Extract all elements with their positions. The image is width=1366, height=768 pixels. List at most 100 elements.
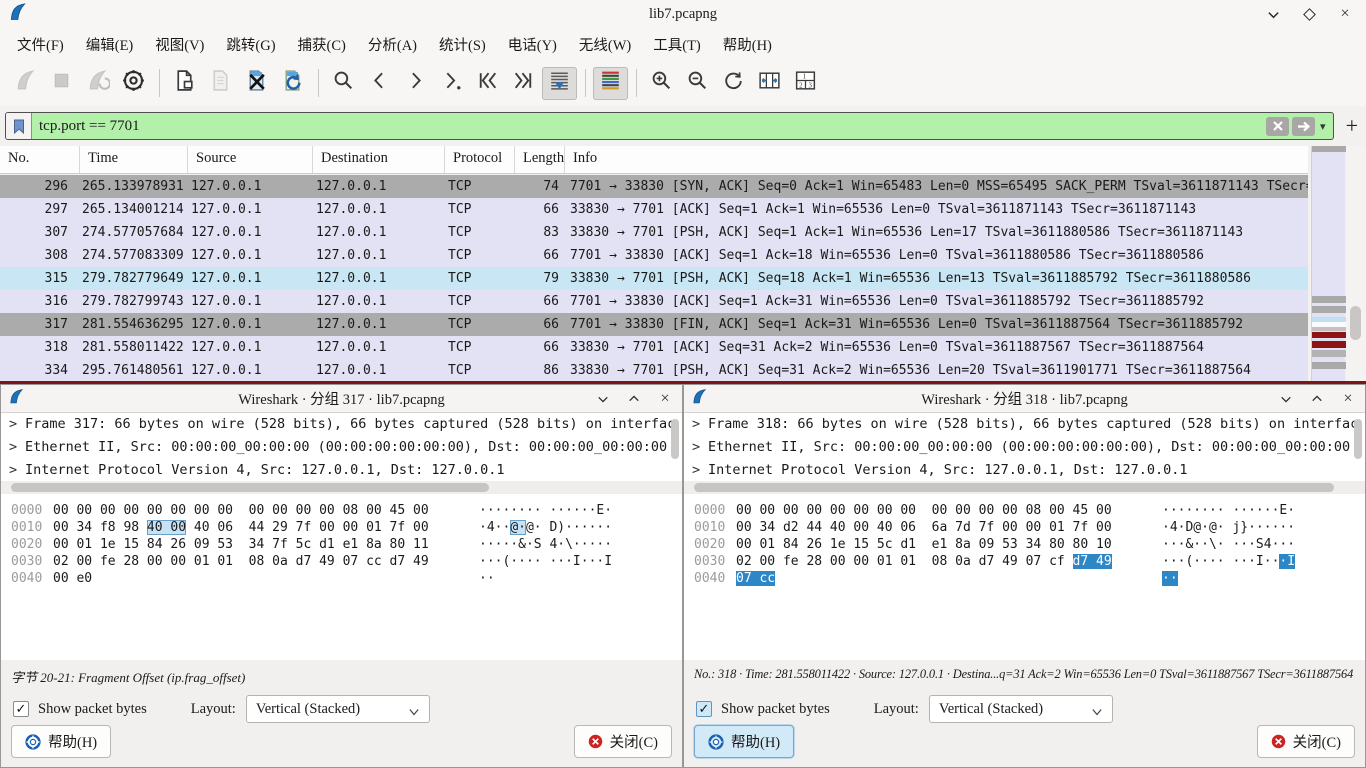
colorize-button[interactable] [593,67,628,100]
shade-icon[interactable] [596,392,610,406]
layout-panes-button[interactable]: 123 [788,67,823,100]
packet-bytes-view[interactable]: 000000 00 00 00 00 00 00 00 00 00 00 00 … [1,494,682,660]
hex-bytes[interactable]: 00 01 84 26 1e 15 5c d1 e1 8a 09 53 34 8… [736,536,1114,553]
hex-line[interactable]: 001000 34 f8 98 40 00 40 06 44 29 7f 00 … [11,519,682,536]
filter-clear-button[interactable] [1266,117,1289,136]
help-button[interactable]: 帮助(H) [11,725,111,758]
hex-ascii[interactable]: ·····&·S 4·\····· [479,536,612,553]
column-header-no[interactable]: No. [0,146,80,173]
packet-list[interactable]: 296265.133978931127.0.0.1127.0.0.1TCP747… [0,175,1308,381]
column-header-time[interactable]: Time [80,146,188,173]
column-header-source[interactable]: Source [188,146,313,173]
tree-row[interactable]: >Frame 318: 66 bytes on wire (528 bits),… [684,413,1365,436]
expand-arrow-icon[interactable]: > [692,459,708,481]
unshade-icon[interactable] [1310,392,1324,406]
scrollbar-handle[interactable] [1350,306,1361,340]
hscrollbar-handle[interactable] [694,483,1334,492]
expand-arrow-icon[interactable]: > [692,413,708,436]
tree-hscrollbar[interactable] [1,481,682,494]
expand-arrow-icon[interactable]: > [692,436,708,459]
packet-row-296[interactable]: 296265.133978931127.0.0.1127.0.0.1TCP747… [0,175,1308,198]
tree-scrollbar-handle[interactable] [1354,419,1362,459]
hex-bytes[interactable]: 00 00 00 00 00 00 00 00 00 00 00 00 08 0… [53,502,431,519]
menu-item-y[interactable]: 电话(Y) [497,29,568,60]
menu-item-h[interactable]: 帮助(H) [712,29,783,60]
hex-bytes[interactable]: 00 34 f8 98 40 00 40 06 44 29 7f 00 00 0… [53,519,431,536]
display-filter-input[interactable]: tcp.port == 7701 ▾ [5,112,1334,140]
unshade-icon[interactable] [627,392,641,406]
go-last-button[interactable] [506,67,541,100]
hex-line[interactable]: 001000 34 d2 44 40 00 40 06 6a 7d 7f 00 … [694,519,1365,536]
hex-ascii[interactable]: ·· [479,570,495,587]
hex-bytes[interactable]: 00 01 1e 15 84 26 09 53 34 7f 5c d1 e1 8… [53,536,431,553]
menu-item-c[interactable]: 捕获(C) [287,29,357,60]
zoom-reset-button[interactable] [716,67,751,100]
hex-ascii[interactable]: ···&··\· ···S4··· [1162,536,1295,553]
packet-list-scrollbar[interactable] [1346,146,1366,381]
hex-ascii[interactable]: ···(···· ···I···I [1162,553,1295,570]
close-button[interactable]: 关闭(C) [1257,725,1355,758]
column-header-info[interactable]: Info [565,146,1308,173]
close-file-button[interactable] [239,67,274,100]
tree-row[interactable]: >Ethernet II, Src: 00:00:00_00:00:00 (00… [684,436,1365,459]
find-packet-button[interactable] [326,67,361,100]
packet-detail-tree[interactable]: >Frame 317: 66 bytes on wire (528 bits),… [1,413,682,481]
menu-item-v[interactable]: 视图(V) [144,29,215,60]
hex-ascii[interactable]: ········ ······E· [1162,502,1295,519]
hex-ascii[interactable]: ·4··@·@· D)······ [479,519,612,536]
menu-item-f[interactable]: 文件(F) [6,29,75,60]
column-header-protocol[interactable]: Protocol [445,146,515,173]
hex-bytes[interactable]: 00 e0 [53,570,431,587]
resize-columns-button[interactable] [752,67,787,100]
add-filter-button[interactable]: + [1346,116,1358,136]
layout-select[interactable]: Vertical (Stacked) [246,695,430,723]
maximize-icon[interactable] [1302,7,1316,21]
tree-row[interactable]: >Ethernet II, Src: 00:00:00_00:00:00 (00… [1,436,682,459]
packet-row-318[interactable]: 318281.558011422127.0.0.1127.0.0.1TCP663… [0,336,1308,359]
shade-icon[interactable] [1279,392,1293,406]
filter-history-dropdown-icon[interactable]: ▾ [1320,120,1326,133]
hex-line[interactable]: 003002 00 fe 28 00 00 01 01 08 0a d7 49 … [694,553,1365,570]
column-header-destination[interactable]: Destination [313,146,445,173]
close-icon[interactable]: × [1341,392,1355,406]
menu-item-a[interactable]: 分析(A) [357,29,428,60]
show-packet-bytes-checkbox[interactable]: ✓ [696,701,712,717]
tree-row[interactable]: >Frame 317: 66 bytes on wire (528 bits),… [1,413,682,436]
zoom-in-button[interactable] [644,67,679,100]
hex-line[interactable]: 000000 00 00 00 00 00 00 00 00 00 00 00 … [11,502,682,519]
go-forward-button[interactable] [398,67,433,100]
packet-row-307[interactable]: 307274.577057684127.0.0.1127.0.0.1TCP833… [0,221,1308,244]
menu-item-g[interactable]: 跳转(G) [215,29,286,60]
packet-bytes-view[interactable]: 000000 00 00 00 00 00 00 00 00 00 00 00 … [684,494,1365,660]
menu-item-t[interactable]: 工具(T) [642,29,712,60]
menu-item-s[interactable]: 统计(S) [428,29,497,60]
hex-line[interactable]: 003002 00 fe 28 00 00 01 01 08 0a d7 49 … [11,553,682,570]
show-packet-bytes-checkbox[interactable]: ✓ [13,701,29,717]
packet-row-316[interactable]: 316279.782799743127.0.0.1127.0.0.1TCP667… [0,290,1308,313]
open-file-button[interactable] [167,67,202,100]
auto-scroll-button[interactable] [542,67,577,100]
reload-file-button[interactable] [275,67,310,100]
packet-row-308[interactable]: 308274.577083309127.0.0.1127.0.0.1TCP667… [0,244,1308,267]
go-back-button[interactable] [362,67,397,100]
menu-item-w[interactable]: 无线(W) [568,29,642,60]
hex-ascii[interactable]: ·4·D@·@· j}······ [1162,519,1295,536]
packet-row-334[interactable]: 334295.761480561127.0.0.1127.0.0.1TCP863… [0,359,1308,381]
menu-item-e[interactable]: 编辑(E) [75,29,145,60]
help-button[interactable]: 帮助(H) [694,725,794,758]
hex-bytes[interactable]: 00 34 d2 44 40 00 40 06 6a 7d 7f 00 00 0… [736,519,1114,536]
packet-detail-tree[interactable]: >Frame 318: 66 bytes on wire (528 bits),… [684,413,1365,481]
hex-line[interactable]: 002000 01 1e 15 84 26 09 53 34 7f 5c d1 … [11,536,682,553]
tree-hscrollbar[interactable] [684,481,1365,494]
minimize-icon[interactable] [1266,7,1280,21]
filter-expression[interactable]: tcp.port == 7701 [32,118,1266,135]
expand-arrow-icon[interactable]: > [9,413,25,436]
layout-select[interactable]: Vertical (Stacked) [929,695,1113,723]
packet-row-317[interactable]: 317281.554636295127.0.0.1127.0.0.1TCP667… [0,313,1308,336]
close-icon[interactable]: × [1338,7,1352,21]
hscrollbar-handle[interactable] [11,483,489,492]
hex-line[interactable]: 004000 e0·· [11,570,682,587]
tree-scrollbar-handle[interactable] [671,419,679,459]
hex-ascii[interactable]: ···(···· ···I···I [479,553,612,570]
capture-options-button[interactable] [116,67,151,100]
